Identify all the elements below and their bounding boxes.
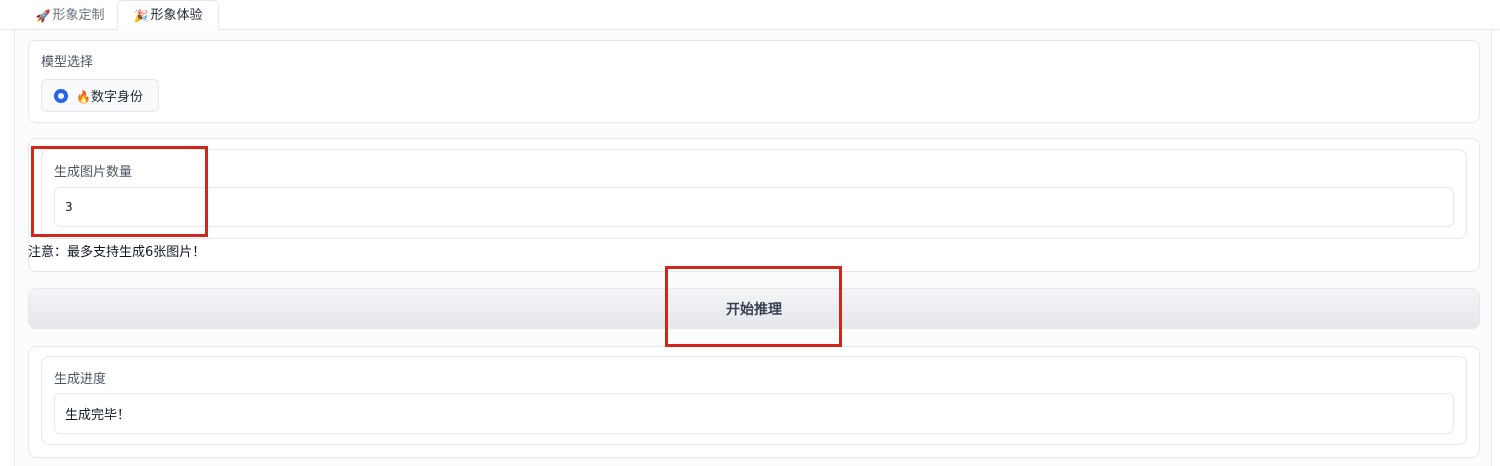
tab-avatar-customize[interactable]: 🚀 形象定制 xyxy=(22,0,118,31)
model-select-label: 模型选择 xyxy=(41,55,94,70)
progress-label: 生成进度 xyxy=(54,372,107,387)
image-count-input[interactable]: 3 xyxy=(54,187,1454,227)
image-count-note: 注意：最多支持生成6张图片！ xyxy=(28,245,206,260)
model-select-block xyxy=(28,40,1480,123)
highlight-box-image-count xyxy=(31,146,208,237)
tab-bar: 🚀 形象定制 🎉 形象体验 xyxy=(0,0,1500,31)
model-option-digital-identity[interactable]: 🔥数字身份 xyxy=(41,79,159,112)
progress-output: 生成完毕！ xyxy=(54,393,1454,434)
rocket-icon: 🚀 xyxy=(35,8,51,23)
radio-selected-icon[interactable] xyxy=(54,88,68,103)
party-popper-icon: 🎉 xyxy=(133,8,149,23)
tab-label: 形象定制 xyxy=(52,7,105,23)
tab-avatar-experience[interactable]: 🎉 形象体验 xyxy=(117,0,219,31)
highlight-box-run-button xyxy=(665,266,842,347)
model-option-label: 数字身份 xyxy=(90,90,143,105)
tab-label: 形象体验 xyxy=(150,7,203,23)
fire-icon: 🔥 xyxy=(76,90,91,104)
